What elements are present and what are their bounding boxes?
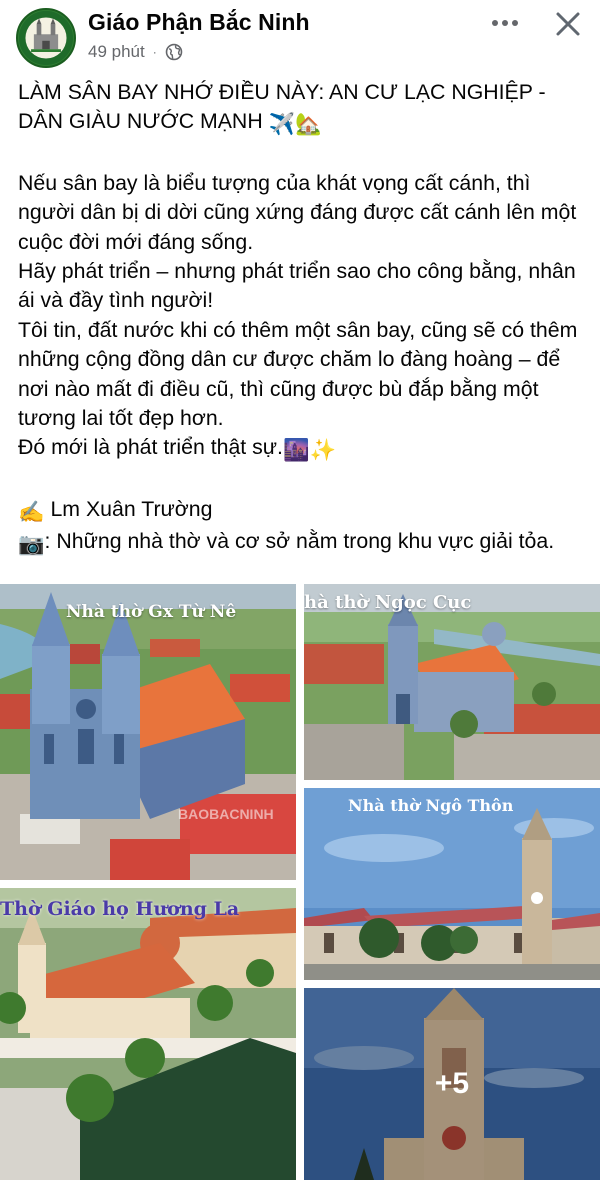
post-body: LÀM SÂN BAY NHỚ ĐIỀU NÀY: AN CƯ LẠC NGHI…	[18, 78, 590, 560]
diocese-logo-icon	[18, 10, 74, 66]
church-photo-image	[304, 584, 600, 780]
writing-hand-emoji: ✍️	[18, 499, 45, 524]
more-photos-count: +5	[304, 988, 600, 1180]
post-paragraph: Nếu sân bay là biểu tượng của khát vọng …	[18, 169, 590, 466]
post-author-line: ✍️ Lm Xuân Trường	[18, 495, 590, 527]
page-name[interactable]: Giáo Phận Bắc Ninh	[88, 9, 310, 36]
photo-caption: Nhà thờ Gx Từ Nê	[66, 602, 237, 622]
church-photo-image	[0, 584, 296, 880]
post-time[interactable]: 49 phút	[88, 42, 145, 62]
page-avatar[interactable]	[16, 8, 76, 68]
post-photo-note: 📷: Những nhà thờ và cơ sở nằm trong khu …	[18, 527, 590, 559]
photo-more[interactable]: +5	[304, 988, 600, 1180]
photo-caption: Thờ Giáo họ Hương La	[0, 898, 240, 920]
close-icon	[556, 12, 580, 36]
more-dot	[502, 20, 508, 26]
close-button[interactable]	[548, 4, 588, 44]
photo-grid: Nhà thờ Gx Từ Nê BAOBACNINH hà thờ Ngọc …	[0, 584, 600, 1180]
airplane-house-emoji: ✈️🏡	[268, 112, 322, 137]
photo-caption: Nhà thờ Ngô Thôn	[348, 796, 514, 815]
photo-tu-ne-church[interactable]: Nhà thờ Gx Từ Nê BAOBACNINH	[0, 584, 296, 880]
photo-huong-la-church[interactable]: Thờ Giáo họ Hương La	[0, 888, 296, 1180]
church-photo-image	[0, 888, 296, 1180]
cityscape-sparkles-emoji: 🌆✨	[282, 438, 337, 463]
photo-note-text: : Những nhà thờ và cơ sở nằm trong khu v…	[44, 529, 555, 554]
photo-caption: hà thờ Ngọc Cục	[304, 592, 472, 613]
church-photo-image	[304, 788, 600, 980]
watermark-text: BAOBACNINH	[178, 806, 274, 822]
post-header: Giáo Phận Bắc Ninh 49 phút ·	[0, 0, 600, 72]
more-dot	[512, 20, 518, 26]
more-options-button[interactable]	[486, 7, 524, 39]
author-name: Lm Xuân Trường	[44, 496, 213, 521]
photo-ngoc-cuc-church[interactable]: hà thờ Ngọc Cục	[304, 584, 600, 780]
globe-icon	[165, 43, 183, 61]
post-headline: LÀM SÂN BAY NHỚ ĐIỀU NÀY: AN CƯ LẠC NGHI…	[18, 78, 590, 140]
post-meta: 49 phút ·	[88, 42, 183, 62]
camera-emoji: 📷	[18, 532, 45, 557]
paragraph-text: Nếu sân bay là biểu tượng của khát vọng …	[18, 170, 578, 460]
more-dots-icon	[492, 20, 498, 26]
photo-ngo-thon-church[interactable]: Nhà thờ Ngô Thôn	[304, 788, 600, 980]
meta-separator: ·	[152, 45, 157, 59]
